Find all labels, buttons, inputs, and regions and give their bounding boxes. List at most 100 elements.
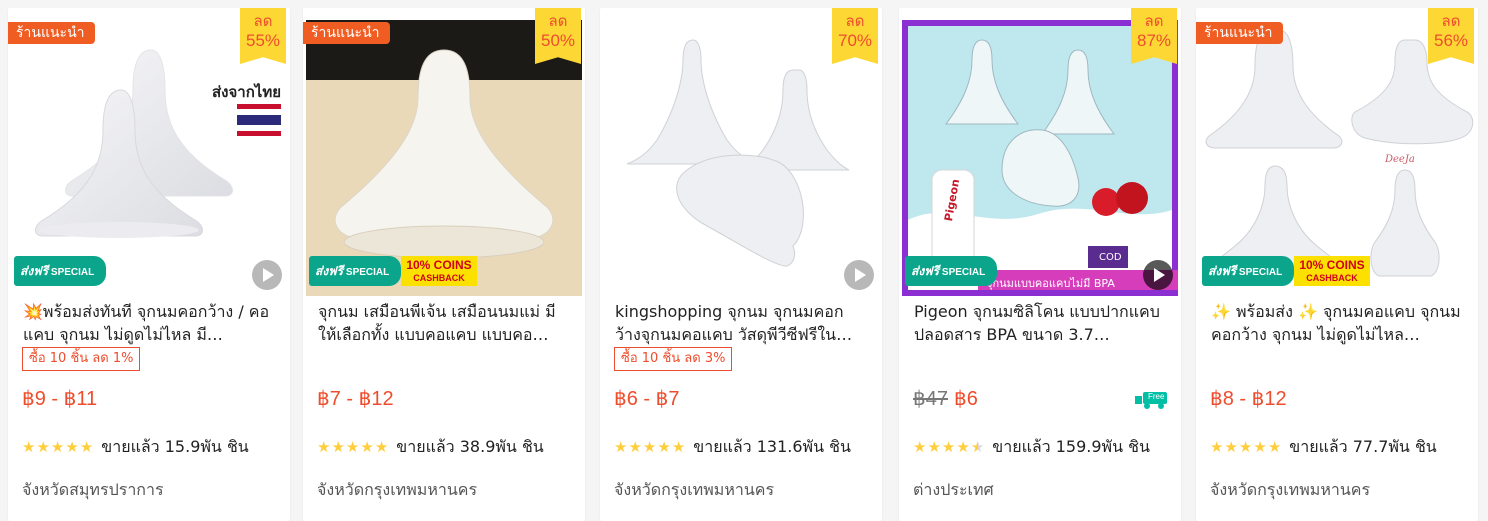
image-cod: COD	[1099, 252, 1122, 263]
star-icon: ★	[913, 437, 927, 456]
coins-cashback-badge: 10% COINS CASHBACK	[1294, 256, 1370, 286]
product-card-4[interactable]: Pigeon COD จุกนมแบบคอแคบไม่มี BPA ลด 87%…	[899, 8, 1181, 521]
image-caption: ส่งจากไทย	[212, 83, 281, 101]
rating-stars: ★ ★ ★ ★ ★	[317, 437, 389, 456]
star-icon: ★	[927, 437, 941, 456]
star-icon: ★	[36, 437, 50, 456]
recommend-badge: ร้านแนะนำ	[8, 22, 95, 44]
sold-count: ขายแล้ว 38.9พัน ชิน	[396, 436, 544, 456]
bundle-promo: ซื้อ 10 ชิ้น ลด 1%	[22, 347, 141, 371]
freeship-badge: ส่งฟรี SPECIAL	[905, 256, 997, 286]
image-caption: จุกนมแบบคอแคบไม่มี BPA	[986, 277, 1115, 290]
discount-badge: ลด 56%	[1428, 8, 1474, 64]
image-watermark: DeeJa	[1385, 154, 1415, 165]
freeship-tag: SPECIAL	[50, 267, 95, 278]
discount-label: ลด	[253, 13, 273, 30]
freeship-badge: ส่งฟรี SPECIAL	[1202, 256, 1294, 286]
star-icon: ★	[65, 437, 79, 456]
discount-badge: ลด 55%	[240, 8, 286, 64]
discount-label: ลด	[548, 13, 568, 30]
recommend-badge: ร้านแนะนำ	[1196, 22, 1283, 44]
thai-flag-icon	[237, 104, 281, 136]
star-icon: ★	[941, 437, 956, 456]
cashback-label: CASHBACK	[1306, 273, 1358, 283]
discount-label: ลด	[1441, 13, 1461, 30]
rating-row: ★ ★ ★ ★ ★ ขายแล้ว 159.9พัน ชิน	[913, 436, 1150, 458]
discount-badge: ลด 50%	[535, 8, 581, 64]
product-price: ฿8 - ฿12	[1210, 388, 1287, 410]
product-title[interactable]: kingshopping จุกนม จุกนมคอกว้างจุกนมคอแค…	[615, 300, 867, 348]
star-icon: ★	[1224, 437, 1238, 456]
freeship-badge: ส่งฟรี SPECIAL	[309, 256, 401, 286]
coins-cashback-badge: 10% COINS CASHBACK	[401, 256, 477, 286]
product-title[interactable]: ✨ พร้อมส่ง ✨ จุกนมคอแคบ จุกนมคอกว้าง จุก…	[1211, 300, 1463, 348]
play-video-icon[interactable]	[1143, 260, 1173, 290]
shop-location: จังหวัดสมุทรปราการ	[22, 480, 164, 499]
product-card-3[interactable]: ลด 70% kingshopping จุกนม จุกนมคอกว้างจุ…	[600, 8, 882, 521]
freeship-tag: SPECIAL	[345, 267, 390, 278]
freeship-badge: ส่งฟรี SPECIAL	[14, 256, 106, 286]
star-icon: ★	[657, 437, 671, 456]
shop-location: จังหวัดกรุงเทพมหานคร	[1210, 480, 1371, 499]
discount-badge: ลด 70%	[832, 8, 878, 64]
product-price: ฿47 ฿6	[913, 386, 978, 412]
star-icon: ★	[671, 437, 686, 456]
product-price: ฿7 - ฿12	[317, 388, 394, 410]
cashback-label: CASHBACK	[413, 273, 465, 283]
product-price: ฿9 - ฿11	[22, 388, 98, 410]
half-star-icon: ★	[970, 437, 985, 456]
discount-badge: ลด 87%	[1131, 8, 1177, 64]
truck-free-label: Free	[1148, 392, 1165, 401]
product-card-5[interactable]: DeeJa ร้านแนะนำ ลด 56% ส่งฟรี SPECIAL 10…	[1196, 8, 1478, 521]
discount-percent: 70%	[837, 31, 873, 50]
shop-location: ต่างประเทศ	[913, 480, 994, 499]
coins-label: 10% COINS	[1299, 258, 1365, 272]
rating-row: ★ ★ ★ ★ ★ ขายแล้ว 77.7พัน ชิน	[1210, 436, 1437, 458]
rating-stars: ★ ★ ★ ★ ★	[614, 437, 686, 456]
sold-count: ขายแล้ว 15.9พัน ชิน	[101, 436, 249, 456]
discount-percent: 50%	[540, 31, 576, 50]
freeship-tag: SPECIAL	[941, 267, 986, 278]
discount-percent: 87%	[1136, 31, 1172, 50]
rating-stars: ★ ★ ★ ★ ★	[22, 437, 94, 456]
freeship-label: ส่งฟรี	[20, 264, 49, 278]
star-icon: ★	[374, 437, 389, 456]
bundle-promo: ซื้อ 10 ชิ้น ลด 3%	[614, 347, 733, 371]
star-icon: ★	[345, 437, 360, 456]
sold-count: ขายแล้ว 77.7พัน ชิน	[1289, 436, 1437, 456]
star-icon: ★	[360, 437, 374, 456]
star-icon: ★	[956, 437, 970, 456]
discount-label: ลด	[1144, 13, 1164, 30]
original-price: ฿47	[913, 388, 948, 410]
discount-percent: 56%	[1433, 31, 1469, 50]
discount-percent: 55%	[245, 31, 281, 50]
star-icon: ★	[50, 437, 65, 456]
coins-label: 10% COINS	[406, 258, 472, 272]
freeship-tag: SPECIAL	[1238, 267, 1283, 278]
product-title[interactable]: 💥พร้อมส่งทันที จุกนมคอกว้าง / คอแคบ จุกน…	[23, 300, 275, 348]
recommend-badge: ร้านแนะนำ	[303, 22, 390, 44]
star-icon: ★	[317, 437, 331, 456]
sold-count: ขายแล้ว 131.6พัน ชิน	[693, 436, 851, 456]
discount-label: ลด	[845, 13, 865, 30]
product-title[interactable]: จุกนม เสมือนพีเจ้น เสมือนนมแม่ มีให้เลือ…	[318, 300, 570, 348]
play-video-icon[interactable]	[844, 260, 874, 290]
star-icon: ★	[614, 437, 628, 456]
star-icon: ★	[628, 437, 642, 456]
star-icon: ★	[79, 437, 94, 456]
play-video-icon[interactable]	[252, 260, 282, 290]
product-title[interactable]: Pigeon จุกนมซิลิโคน แบบปากแคบ ปลอดสาร BP…	[914, 300, 1166, 348]
sale-price: ฿6	[953, 388, 978, 410]
product-card-2[interactable]: ร้านแนะนำ ลด 50% ส่งฟรี SPECIAL 10% COIN…	[303, 8, 585, 521]
rating-row: ★ ★ ★ ★ ★ ขายแล้ว 38.9พัน ชิน	[317, 436, 544, 458]
rating-row: ★ ★ ★ ★ ★ ขายแล้ว 131.6พัน ชิน	[614, 436, 851, 458]
star-icon: ★	[1253, 437, 1267, 456]
sold-count: ขายแล้ว 159.9พัน ชิน	[992, 436, 1150, 456]
product-card-1[interactable]: ส่งจากไทย ร้านแนะนำ ลด 55% ส่งฟรี SPECIA…	[8, 8, 290, 521]
shop-location: จังหวัดกรุงเทพมหานคร	[614, 480, 775, 499]
star-icon: ★	[1267, 437, 1282, 456]
rating-row: ★ ★ ★ ★ ★ ขายแล้ว 15.9พัน ชิน	[22, 436, 249, 458]
star-icon: ★	[1210, 437, 1224, 456]
rating-stars: ★ ★ ★ ★ ★	[913, 437, 985, 456]
star-icon: ★	[22, 437, 36, 456]
